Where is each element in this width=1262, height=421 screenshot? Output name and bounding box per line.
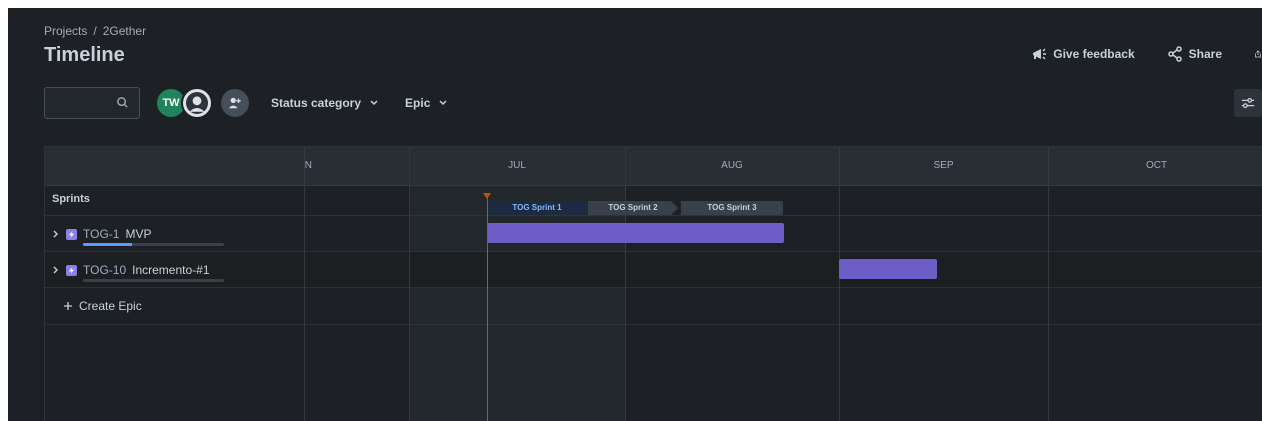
epic-filter[interactable]: Epic bbox=[405, 96, 448, 110]
epic-name: MVP bbox=[125, 227, 152, 241]
search-icon bbox=[117, 97, 128, 108]
timeline-grid: JUN JUL AUG SEP OCT Sprints TOG-1 MVP TO… bbox=[44, 146, 1262, 421]
give-feedback-label: Give feedback bbox=[1053, 47, 1135, 61]
sprint-chip-1[interactable]: TOG Sprint 1 bbox=[487, 201, 587, 215]
export-icon bbox=[1255, 50, 1261, 58]
epic-icon bbox=[66, 228, 77, 240]
chevron-right-icon[interactable] bbox=[52, 230, 60, 238]
sprint-chip-2[interactable]: TOG Sprint 2 bbox=[588, 201, 678, 215]
search-box[interactable] bbox=[44, 87, 140, 119]
top-actions: Give feedback Share bbox=[1031, 46, 1262, 62]
chevron-right-icon[interactable] bbox=[52, 266, 60, 274]
add-people-button[interactable] bbox=[219, 87, 251, 119]
share-button[interactable]: Share bbox=[1167, 46, 1222, 62]
plus-icon bbox=[64, 302, 72, 310]
epic-key[interactable]: TOG-1 bbox=[83, 227, 119, 241]
sprints-label: Sprints bbox=[52, 193, 90, 205]
epic-item-tog-1[interactable]: TOG-1 MVP bbox=[52, 227, 151, 241]
page-title: Timeline bbox=[44, 44, 125, 66]
month-sep: SEP bbox=[933, 160, 954, 171]
megaphone-icon bbox=[1033, 48, 1047, 60]
epic-bar-tog-10[interactable] bbox=[839, 259, 937, 279]
breadcrumb-projects-link[interactable]: Projects bbox=[44, 24, 87, 38]
share-icon bbox=[1167, 46, 1182, 62]
epic-item-tog-10[interactable]: TOG-10 Incremento-#1 bbox=[52, 263, 210, 277]
breadcrumb-separator: / bbox=[93, 24, 97, 38]
sliders-icon bbox=[1241, 97, 1255, 109]
chevron-down-icon bbox=[370, 100, 378, 106]
month-oct: OCT bbox=[1145, 160, 1168, 171]
month-divider bbox=[625, 147, 626, 421]
epic-key[interactable]: TOG-10 bbox=[83, 263, 126, 277]
today-marker-line bbox=[487, 197, 488, 421]
share-label: Share bbox=[1188, 47, 1222, 61]
person-icon bbox=[186, 92, 208, 114]
epic-filter-label: Epic bbox=[405, 96, 431, 110]
view-settings-button[interactable] bbox=[1234, 89, 1262, 117]
create-epic-label: Create Epic bbox=[79, 299, 142, 313]
add-person-icon bbox=[228, 97, 241, 109]
month-divider bbox=[409, 147, 410, 421]
epic-name: Incremento-#1 bbox=[132, 263, 210, 277]
epic-progress-bar bbox=[83, 243, 224, 246]
epic-icon bbox=[66, 264, 77, 276]
sprint-chip-3[interactable]: TOG Sprint 3 bbox=[681, 201, 783, 215]
month-divider bbox=[1048, 147, 1049, 421]
epic-progress-fill bbox=[83, 243, 133, 246]
month-divider bbox=[839, 147, 840, 421]
month-aug: AUG bbox=[721, 160, 743, 171]
breadcrumb: Projects / 2Gether bbox=[44, 24, 146, 38]
export-button[interactable] bbox=[1254, 46, 1262, 62]
epic-progress-bar bbox=[83, 279, 224, 282]
breadcrumb-project-link[interactable]: 2Gether bbox=[103, 24, 146, 38]
create-epic-button[interactable]: Create Epic bbox=[63, 299, 142, 313]
epic-list-pane bbox=[45, 147, 305, 421]
month-jul: JUL bbox=[508, 160, 526, 171]
avatar-group: TW bbox=[155, 87, 251, 119]
toolbar: TW Status category Epic bbox=[44, 87, 448, 119]
avatar-unassigned[interactable] bbox=[181, 87, 213, 119]
chevron-down-icon bbox=[439, 100, 447, 106]
month-jun: JUN bbox=[304, 160, 312, 171]
search-input[interactable] bbox=[45, 88, 127, 116]
status-category-label: Status category bbox=[271, 96, 362, 110]
app-window: Projects / 2Gether Timeline Give feedback … bbox=[8, 8, 1262, 421]
give-feedback-button[interactable]: Give feedback bbox=[1031, 46, 1135, 62]
status-category-filter[interactable]: Status category bbox=[271, 96, 379, 110]
epic-bar-tog-1[interactable] bbox=[487, 223, 784, 243]
